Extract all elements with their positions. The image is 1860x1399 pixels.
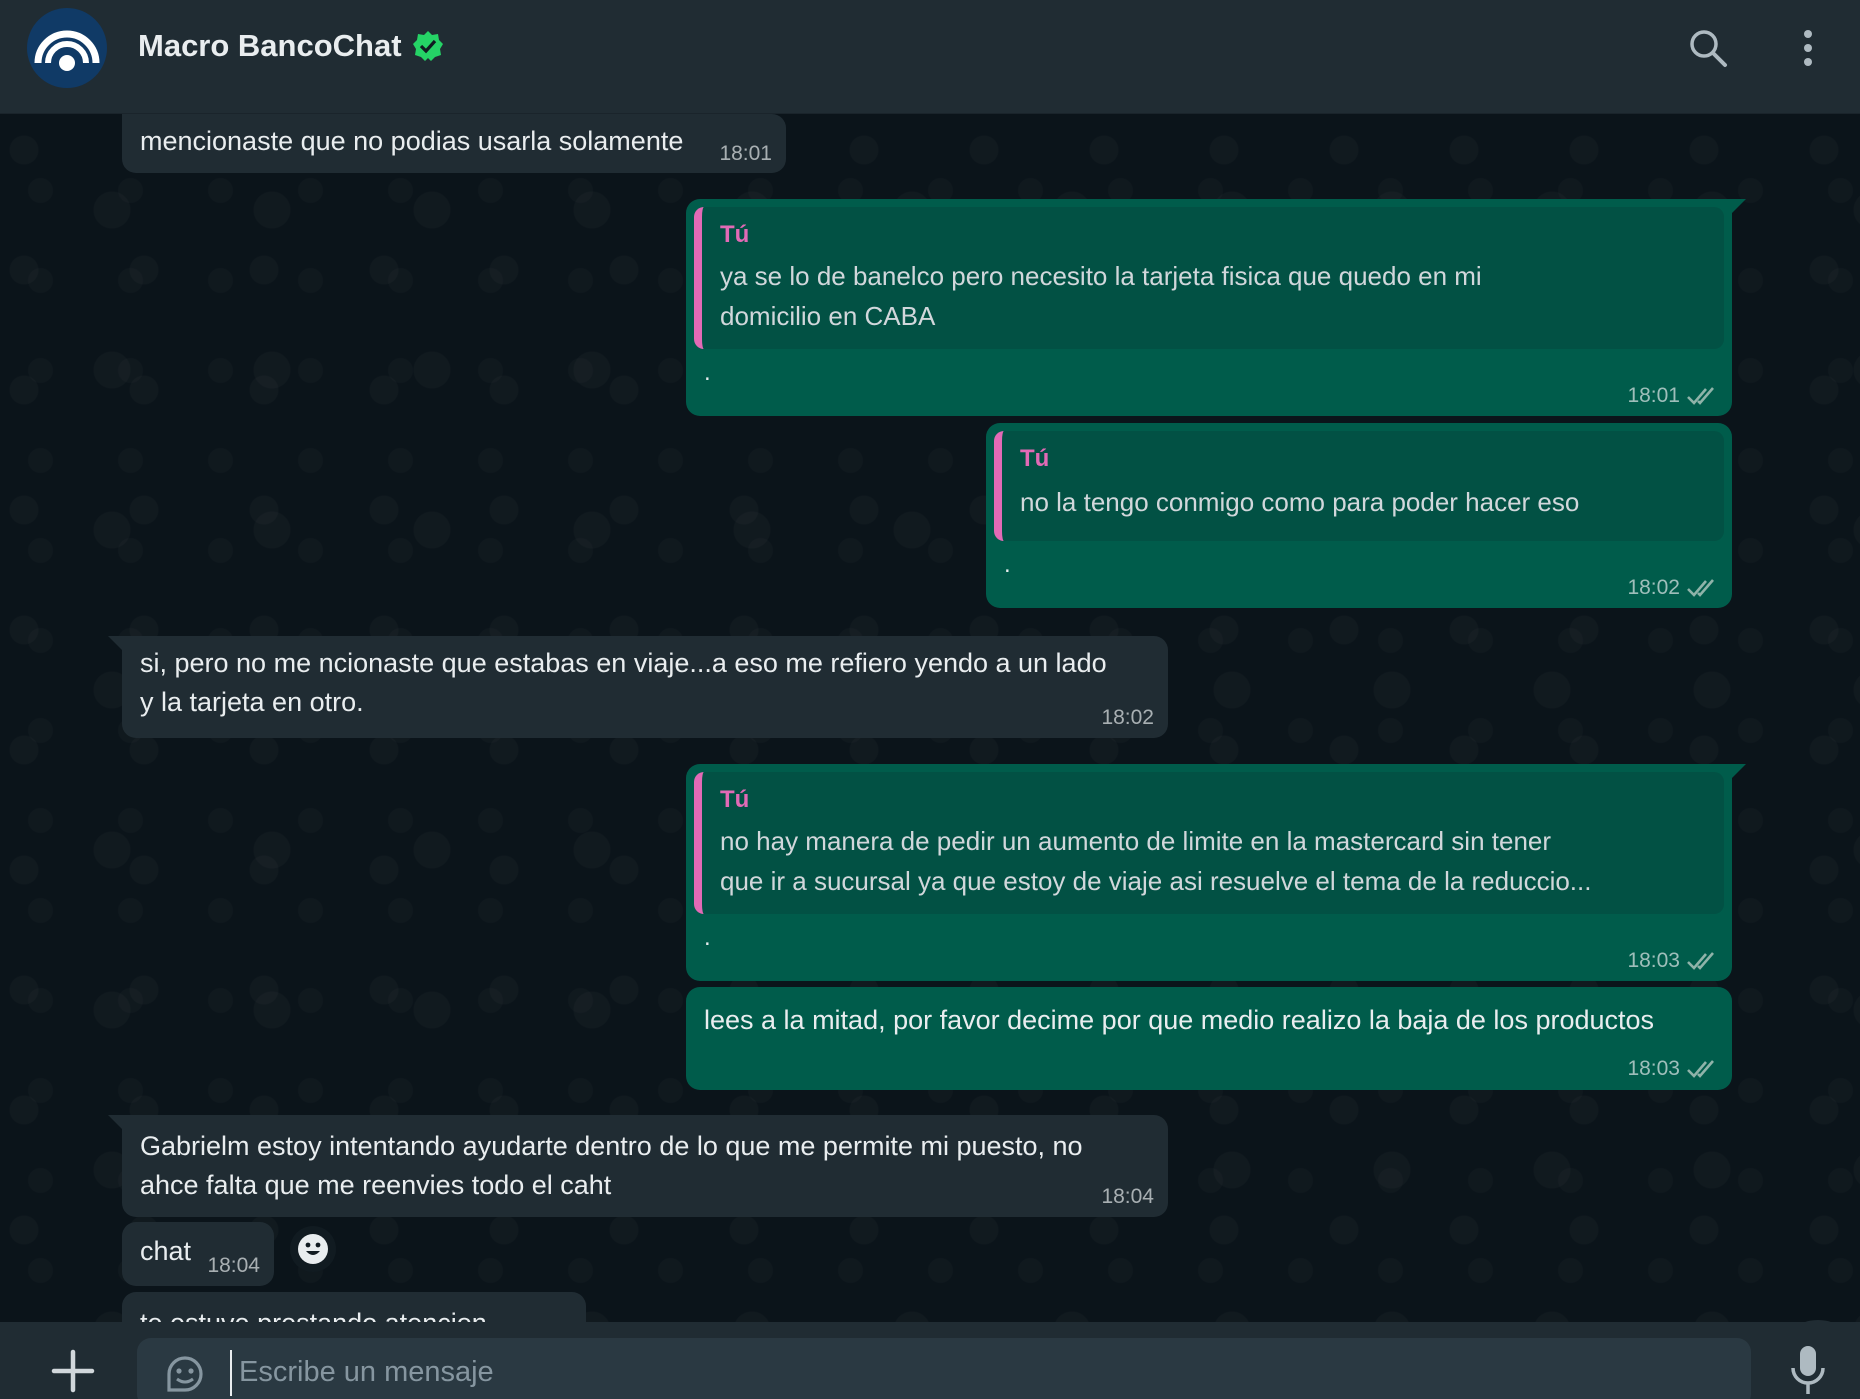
- message-outgoing[interactable]: Tú no hay manera de pedir un aumento de …: [686, 764, 1732, 981]
- quote-line: ya se lo de banelco pero necesito la tar…: [720, 261, 1482, 291]
- menu-button[interactable]: [1786, 26, 1830, 70]
- verified-badge-icon: [412, 31, 443, 61]
- message-line: y la tarjeta en otro.: [140, 687, 364, 717]
- message-time-row: 18:03: [1627, 949, 1718, 973]
- bank-logo-icon: [34, 30, 100, 71]
- message-text: lees a la mitad, por favor decime por qu…: [704, 1005, 1655, 1035]
- contact-name-row[interactable]: Macro BancoChat: [138, 28, 444, 64]
- quoted-message[interactable]: Tú no la tengo conmigo como para poder h…: [994, 431, 1724, 541]
- message-time: 18:04: [1101, 1185, 1154, 1208]
- message-outgoing[interactable]: Tú no la tengo conmigo como para poder h…: [986, 423, 1732, 608]
- message-text: .: [704, 924, 711, 951]
- text-caret: [230, 1350, 232, 1396]
- quoted-message[interactable]: Tú ya se lo de banelco pero necesito la …: [694, 207, 1724, 349]
- quote-line: que ir a sucursal ya que estoy de viaje …: [720, 866, 1592, 896]
- message-time: 18:02: [1101, 706, 1154, 729]
- quote-text: no la tengo conmigo como para poder hace…: [1020, 482, 1694, 522]
- quote-author: Tú: [1020, 445, 1050, 472]
- message-text: .: [704, 359, 711, 386]
- message-text: .: [1004, 551, 1011, 578]
- message-text: mencionaste que no podias usarla solamen…: [140, 126, 684, 156]
- message-incoming[interactable]: Gabrielm estoy intentando ayudarte dentr…: [122, 1115, 1168, 1217]
- message-outgoing[interactable]: Tú ya se lo de banelco pero necesito la …: [686, 199, 1732, 416]
- quote-text: no hay manera de pedir un aumento de lim…: [720, 821, 1694, 901]
- menu-dots-icon: [1804, 30, 1812, 66]
- quote-text: ya se lo de banelco pero necesito la tar…: [720, 256, 1694, 336]
- double-check-icon: [1687, 579, 1714, 597]
- message-incoming[interactable]: te estuve prestando atencion: [122, 1292, 586, 1322]
- search-button[interactable]: [1686, 26, 1730, 70]
- quote-author: Tú: [720, 786, 750, 813]
- bubble-tail: [108, 1115, 122, 1129]
- message-input[interactable]: Escribe un mensaje: [137, 1338, 1751, 1399]
- message-line: si, pero no me ncionaste que estabas en …: [140, 648, 1107, 678]
- message-incoming[interactable]: chat 18:04: [122, 1222, 274, 1286]
- message-time: 18:03: [1627, 1057, 1680, 1080]
- smiley-icon: [298, 1234, 328, 1264]
- microphone-icon[interactable]: [1788, 1342, 1828, 1398]
- message-time: 18:02: [1627, 576, 1680, 599]
- message-incoming[interactable]: si, pero no me ncionaste que estabas en …: [122, 636, 1168, 738]
- message-time: 18:03: [1627, 949, 1680, 972]
- bubble-tail: [108, 636, 122, 650]
- message-outgoing[interactable]: lees a la mitad, por favor decime por qu…: [686, 987, 1732, 1090]
- quote-author: Tú: [720, 221, 750, 248]
- sticker-icon[interactable]: [163, 1352, 207, 1396]
- message-time: 18:01: [1627, 384, 1680, 407]
- message-time: 18:01: [719, 142, 772, 165]
- message-time: 18:04: [207, 1254, 260, 1277]
- message-text: Gabrielm estoy intentando ayudarte dentr…: [140, 1127, 1083, 1205]
- search-icon: [1690, 30, 1727, 67]
- message-time-row: 18:02: [1627, 576, 1718, 600]
- double-check-icon: [1687, 1060, 1714, 1078]
- bubble-tail: [1732, 764, 1746, 778]
- message-list[interactable]: mencionaste que no podias usarla solamen…: [0, 114, 1860, 1322]
- message-incoming[interactable]: mencionaste que no podias usarla solamen…: [122, 114, 786, 173]
- message-text: te estuve prestando atencion: [140, 1304, 487, 1322]
- quoted-message[interactable]: Tú no hay manera de pedir un aumento de …: [694, 772, 1724, 914]
- message-line: ahce falta que me reenvies todo el caht: [140, 1170, 612, 1200]
- double-check-icon: [1687, 952, 1714, 970]
- quote-line: no hay manera de pedir un aumento de lim…: [720, 826, 1552, 856]
- composer-bar: Escribe un mensaje: [0, 1322, 1860, 1399]
- quote-line: no la tengo conmigo como para poder hace…: [1020, 487, 1580, 517]
- attach-plus-icon[interactable]: [48, 1346, 98, 1396]
- quote-line: domicilio en CABA: [720, 301, 936, 331]
- contact-avatar[interactable]: [27, 8, 107, 88]
- message-text: si, pero no me ncionaste que estabas en …: [140, 644, 1107, 722]
- chat-header: Macro BancoChat: [0, 0, 1860, 114]
- message-line: Gabrielm estoy intentando ayudarte dentr…: [140, 1131, 1083, 1161]
- message-input-placeholder: Escribe un mensaje: [239, 1356, 494, 1388]
- message-time-row: 18:01: [1627, 384, 1718, 408]
- bubble-tail: [1732, 199, 1746, 213]
- message-time-row: 18:03: [1627, 1057, 1718, 1081]
- message-text: chat: [140, 1236, 192, 1266]
- chat-window: Macro BancoChat mencionaste que no podia…: [0, 0, 1860, 1399]
- contact-name: Macro BancoChat: [138, 28, 402, 63]
- double-check-icon: [1687, 387, 1714, 405]
- react-button[interactable]: [290, 1226, 336, 1272]
